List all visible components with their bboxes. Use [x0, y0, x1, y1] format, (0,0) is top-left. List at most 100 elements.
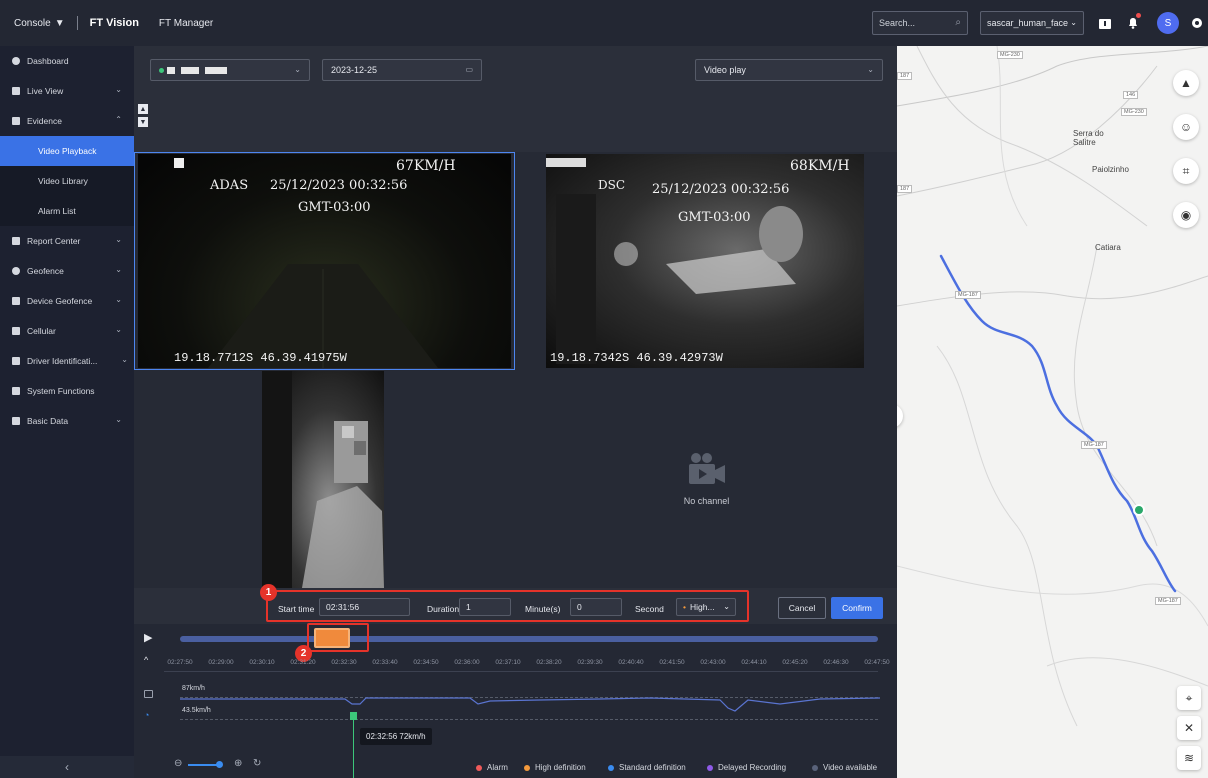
mode-select[interactable]: Video play ⌄ — [695, 59, 883, 81]
sidebar-item-geofence[interactable]: Geofence ⌄ — [0, 256, 134, 286]
legend-delayed-recording: Delayed Recording — [707, 763, 786, 772]
start-time-input[interactable]: 02:31:56 — [319, 598, 410, 616]
video-cell-dsc[interactable]: 68KM/H DSC 25/12/2023 00:32:56 GMT-03:00… — [516, 152, 897, 370]
cancel-button[interactable]: Cancel — [778, 597, 826, 619]
compass-icon[interactable]: ✕ — [1177, 716, 1201, 740]
download-icon[interactable] — [1096, 14, 1114, 32]
chevron-down-icon: ⌄ — [115, 265, 122, 274]
sidebar-sub-video-playback[interactable]: Video Playback — [0, 136, 134, 166]
tick-label: 02:31:20 — [290, 659, 316, 666]
sidebar-sub-alarm-list[interactable]: Alarm List — [0, 196, 134, 226]
divider — [76, 16, 78, 30]
chevron-up-icon[interactable]: ^ — [144, 655, 148, 665]
vehicle-select[interactable]: ⌄ — [150, 59, 310, 81]
video-frame: 68KM/H DSC 25/12/2023 00:32:56 GMT-03:00… — [546, 154, 864, 368]
basic-data-icon — [12, 417, 20, 425]
overlay-timezone: GMT-03:00 — [678, 210, 751, 225]
sidebar-item-driver-identification[interactable]: Driver Identificati... ⌄ — [0, 346, 134, 376]
alarm-layer-icon[interactable]: ◉ — [1173, 202, 1199, 228]
sidebar-item-live-view[interactable]: Live View ⌄ — [0, 76, 134, 106]
sidebar-item-cellular[interactable]: Cellular ⌄ — [0, 316, 134, 346]
zoom-out-icon[interactable]: ⊖ — [174, 758, 182, 769]
speed-chart-icon[interactable] — [144, 690, 153, 698]
mode-value: Video play — [704, 65, 746, 75]
playhead-tooltip: 02:32:56 72km/h — [360, 728, 432, 745]
zoom-in-icon[interactable]: ⊕ — [234, 758, 242, 769]
start-time-label: Start time — [278, 604, 315, 614]
sidebar-item-report-center[interactable]: Report Center ⌄ — [0, 226, 134, 256]
overlay-coords: 19.18.7342S 46.39.42973W — [550, 351, 723, 365]
road-tag: MG-187 — [1155, 597, 1181, 605]
start-time-value: 02:31:56 — [326, 602, 360, 612]
user-layer-icon[interactable]: ☺ — [1173, 114, 1199, 140]
chevron-left-icon: ‹ — [65, 760, 69, 774]
sidebar-item-basic-data[interactable]: Basic Data ⌄ — [0, 406, 134, 436]
sidebar-item-system-functions[interactable]: System Functions — [0, 376, 134, 406]
app-title[interactable]: FT Vision — [90, 17, 139, 29]
app-link-ft-manager[interactable]: FT Manager — [159, 18, 213, 29]
legend-dot — [476, 764, 482, 771]
play-icon[interactable]: ▶ — [144, 631, 152, 644]
camera-icon — [688, 453, 725, 484]
quality-value: High... — [689, 602, 715, 612]
sidebar-item-device-geofence[interactable]: Device Geofence ⌄ — [0, 286, 134, 316]
arrow-down-icon[interactable]: ▼ — [138, 117, 148, 127]
speed-curve — [180, 697, 880, 712]
map-layers-icon[interactable]: ≋ — [1177, 746, 1201, 770]
driver-scene — [262, 371, 384, 588]
quality-select[interactable]: • High... ⌄ — [676, 598, 736, 616]
sidebar-item-label: Dashboard — [27, 56, 69, 66]
date-value: 2023-12-25 — [331, 65, 378, 75]
legend-dot — [608, 764, 614, 771]
date-picker[interactable]: 2023-12-25 ▭ — [322, 59, 482, 81]
map-panel[interactable]: MG-230 146 MG-230 MG-187 MG-187 MG-187 1… — [897, 46, 1208, 778]
poi-layer-icon[interactable]: ⌗ — [1173, 158, 1199, 184]
chevron-down-icon: ⌄ — [1070, 18, 1077, 27]
filter-bar: ⌄ 2023-12-25 ▭ Video play ⌄ ▲ ▼ — [134, 46, 897, 127]
duration-minutes-input[interactable]: 1 — [459, 598, 511, 616]
video-grid: 67KM/H ADAS 25/12/2023 00:32:56 GMT-03:0… — [134, 152, 897, 588]
avatar[interactable]: S — [1157, 12, 1179, 34]
playhead-handle[interactable] — [350, 712, 357, 720]
sidebar-item-label: Geofence — [27, 266, 64, 276]
tick-axis — [164, 671, 878, 672]
system-functions-icon — [12, 387, 20, 395]
confirm-button[interactable]: Confirm — [831, 597, 883, 619]
overlay-label: DSC — [598, 178, 626, 192]
second-label: Second — [635, 604, 664, 614]
duration-seconds-input[interactable]: 0 — [570, 598, 622, 616]
legend-dot — [524, 764, 530, 771]
sidebar-collapse-button[interactable]: ‹ — [0, 756, 134, 778]
zoom-slider-thumb[interactable] — [216, 761, 223, 768]
vehicle-layer-icon[interactable]: ▲ — [1173, 70, 1199, 96]
timeline-track[interactable] — [180, 636, 878, 642]
account-select[interactable]: sascar_human_face ⌄ — [980, 11, 1084, 35]
main-panel: ⌄ 2023-12-25 ▭ Video play ⌄ ▲ ▼ 67KM/H A — [134, 46, 897, 778]
tick-label: 02:30:10 — [249, 659, 275, 666]
zoom-slider-track[interactable] — [188, 764, 218, 766]
sidebar-item-dashboard[interactable]: Dashboard — [0, 46, 134, 76]
overlay-speed: 68KM/H — [790, 158, 850, 174]
sidebar-item-evidence[interactable]: Evidence ⌃ — [0, 106, 134, 136]
tick-label: 02:44:10 — [741, 659, 767, 666]
refresh-icon[interactable]: ↻ — [253, 758, 261, 769]
top-bar: Console ▼ FT Vision FT Manager Search...… — [0, 0, 1208, 46]
legend-high-definition: High definition — [524, 763, 586, 772]
road-tag: MG-187 — [955, 291, 981, 299]
no-channel-label: No channel — [683, 496, 730, 506]
sidebar-sub-video-library[interactable]: Video Library — [0, 166, 134, 196]
video-cell-adas[interactable]: 67KM/H ADAS 25/12/2023 00:32:56 GMT-03:0… — [134, 152, 515, 370]
calendar-icon: ▭ — [465, 65, 473, 74]
location-pin-icon[interactable]: ⌖ — [1177, 686, 1201, 710]
sidebar-item-label: Device Geofence — [27, 296, 93, 306]
search-input[interactable]: Search... ⌕ — [872, 11, 968, 35]
bell-icon[interactable] — [1124, 13, 1142, 32]
video-frame — [262, 371, 384, 588]
console-menu[interactable]: Console ▼ — [14, 18, 65, 29]
arrow-up-icon[interactable]: ▲ — [138, 104, 148, 114]
settings-icon[interactable] — [1188, 14, 1206, 32]
map-place-label: Paiolzinho — [1092, 165, 1129, 174]
gauge-icon[interactable]: ◔ — [144, 710, 149, 720]
vehicle-marker[interactable] — [1133, 504, 1145, 516]
video-cell-driver[interactable] — [134, 371, 515, 588]
